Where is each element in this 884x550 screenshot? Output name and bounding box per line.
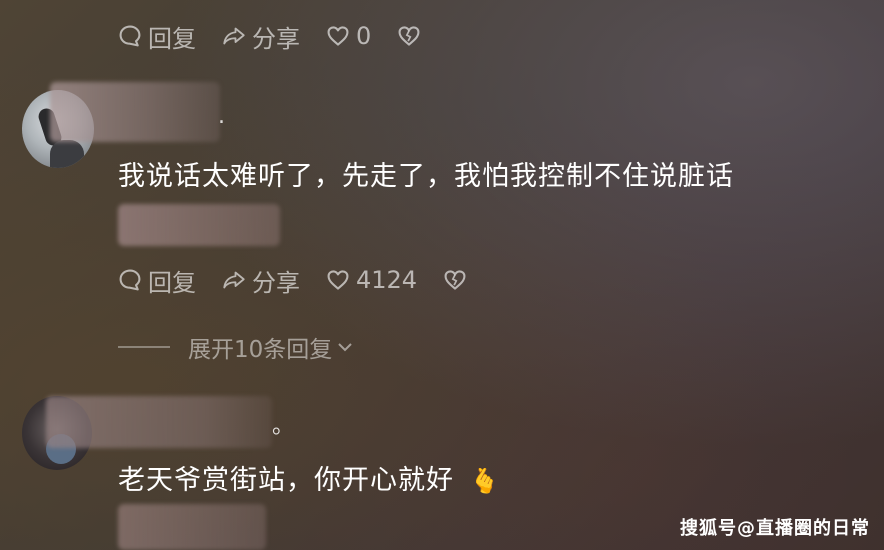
share-arrow-icon [222,265,252,295]
finger-heart-emoji: 🫰 [469,467,501,495]
dislike-button[interactable] [443,265,473,295]
avatar-shoulder [50,140,84,168]
reply-label: 回复 [148,268,196,297]
comment-bubble-icon [118,21,148,51]
expand-replies-button[interactable]: 展开10条回复 [118,330,354,364]
dislike-button[interactable] [397,21,427,51]
comment-actions-top: 回复 分享 0 [118,16,453,56]
like-count: 0 [356,22,372,50]
username-dot: 。 [272,414,295,439]
broken-heart-icon [397,21,427,51]
comment-meta-redacted [118,504,266,550]
comment-text: 我说话太难听了，先走了，我怕我控制不住说脏话 [118,161,734,192]
heart-icon [326,265,356,295]
username-dot: . [218,104,225,129]
share-button[interactable]: 分享 [222,19,300,54]
share-button[interactable]: 分享 [222,263,300,298]
username-redacted [50,82,220,142]
comment-meta-redacted [118,204,280,246]
like-button[interactable]: 4124 [326,265,417,295]
comment-actions: 回复 分享 4124 [118,260,499,300]
watermark: 搜狐号@直播圈的日常 [680,518,870,539]
expand-replies-label: 展开10条回复 [188,337,333,363]
like-button[interactable]: 0 [326,21,371,51]
comment-bubble-icon [118,265,148,295]
expand-divider [118,346,170,348]
share-label: 分享 [252,24,300,53]
share-label: 分享 [252,268,300,297]
heart-icon [326,21,356,51]
comment-text-body: 老天爷赏街站，你开心就好 [118,465,454,496]
reply-button[interactable]: 回复 [118,263,196,298]
comment-text: 老天爷赏街站，你开心就好 🫰 [118,458,500,497]
like-count: 4124 [356,266,418,294]
username-redacted [46,396,272,448]
reply-label: 回复 [148,24,196,53]
chevron-down-icon [336,338,354,356]
share-arrow-icon [222,21,252,51]
reply-button[interactable]: 回复 [118,19,196,54]
broken-heart-icon [443,265,473,295]
